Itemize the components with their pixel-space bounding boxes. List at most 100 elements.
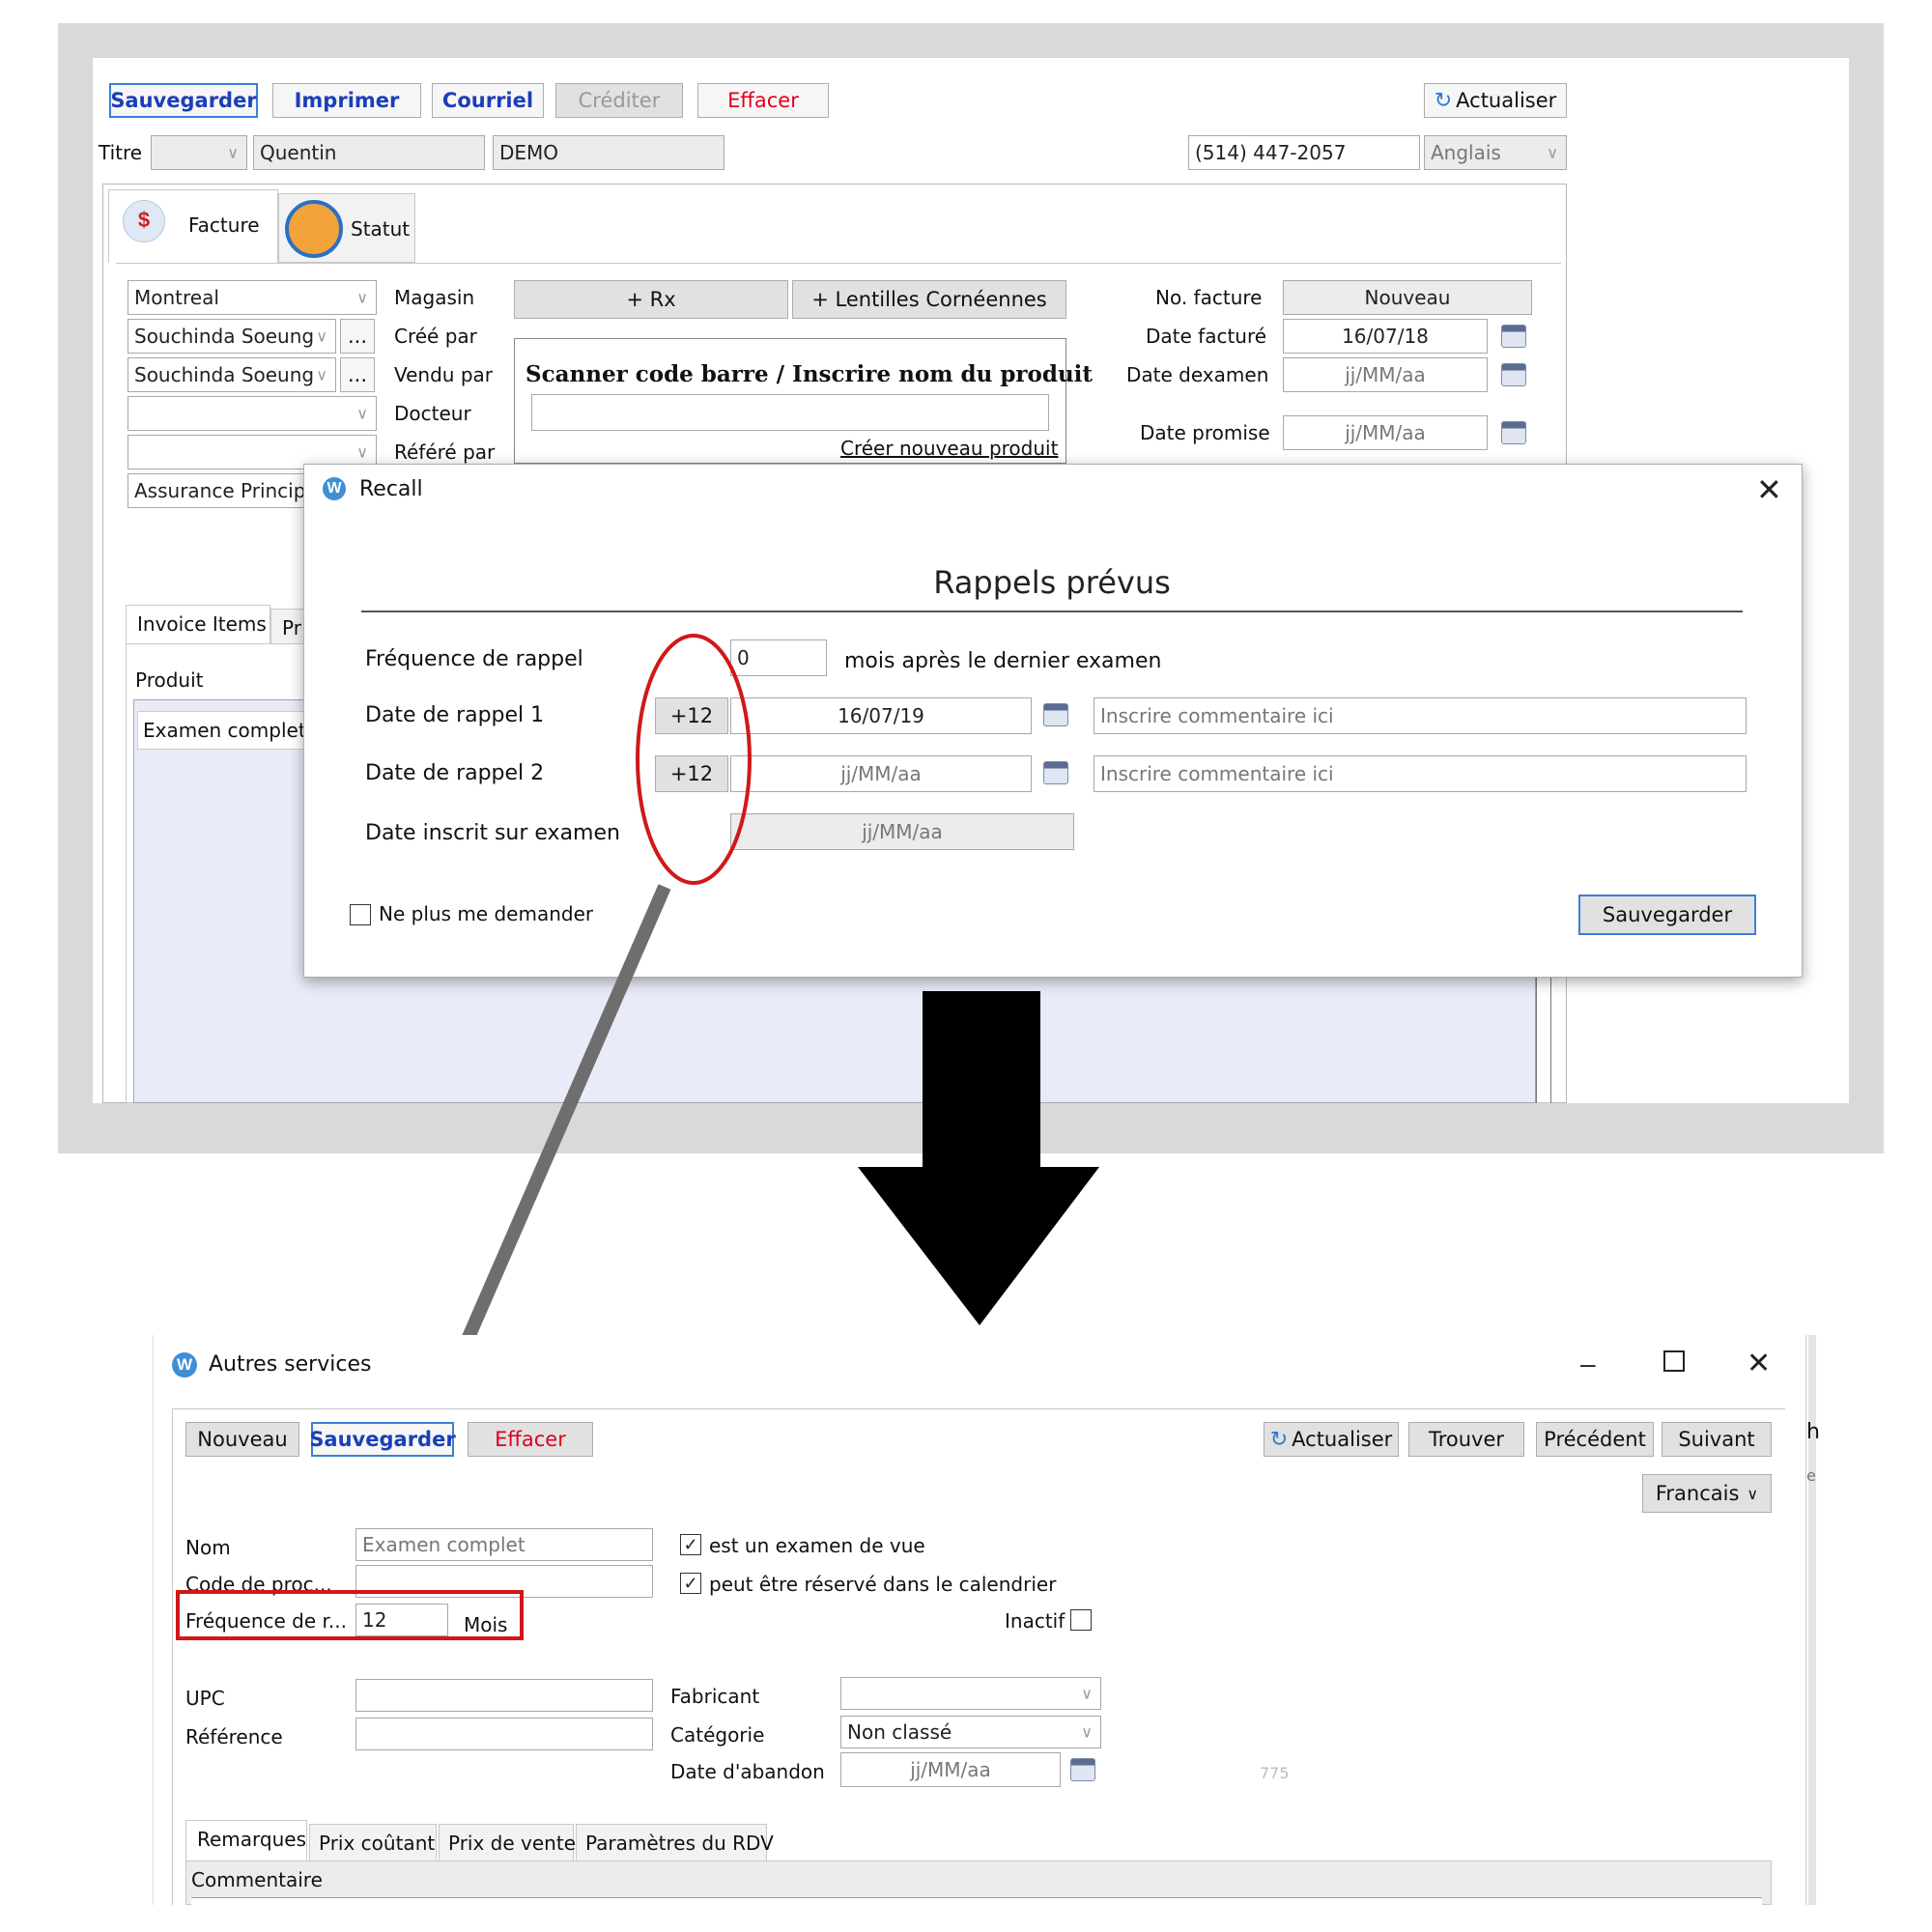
phone-field[interactable]: (514) 447-2057 (1188, 135, 1420, 170)
inactive-checkbox[interactable] (1070, 1609, 1092, 1631)
save-button[interactable]: Sauvegarder (309, 1422, 456, 1457)
language-select[interactable]: Francais ∨ (1642, 1474, 1772, 1513)
heading-divider (361, 611, 1743, 612)
erase-button[interactable]: Effacer (697, 83, 829, 118)
exam-date-recorded-field: jj/MM/aa (730, 813, 1074, 850)
recall1-date-field[interactable]: 16/07/19 (730, 697, 1032, 734)
doctor-select[interactable] (128, 396, 377, 431)
language-value: Francais (1655, 1482, 1740, 1505)
calendar-icon[interactable] (1501, 325, 1526, 348)
close-icon[interactable]: ✕ (1756, 471, 1782, 508)
minimize-icon[interactable]: – (1580, 1349, 1596, 1379)
find-button[interactable]: Trouver (1408, 1422, 1524, 1457)
recall1-label: Date de rappel 1 (365, 703, 545, 727)
new-button[interactable]: Nouveau (185, 1422, 299, 1457)
sold-by-label: Vendu par (394, 363, 494, 386)
referred-label: Référé par (394, 440, 496, 464)
maximize-icon[interactable] (1663, 1350, 1685, 1372)
category-select[interactable]: Non classé (840, 1716, 1101, 1748)
comment-field[interactable] (191, 1897, 1762, 1905)
scan-input[interactable] (531, 394, 1049, 431)
calendar-icon[interactable] (1070, 1758, 1095, 1781)
invoice-no-label: No. facture (1155, 286, 1263, 309)
frequency-field[interactable]: 12 (355, 1604, 448, 1636)
discontinue-date-field[interactable]: jj/MM/aa (840, 1752, 1061, 1787)
manufacturer-select[interactable] (840, 1677, 1101, 1710)
eye-exam-checkbox[interactable]: ✓ (680, 1534, 701, 1555)
dialog-title: Recall (359, 477, 423, 501)
calendar-icon[interactable] (1043, 703, 1068, 726)
exam-date-field[interactable]: jj/MM/aa (1283, 357, 1488, 392)
reference-label: Référence (185, 1725, 283, 1748)
scan-label: Scanner code barre / Inscrire nom du pro… (526, 361, 1094, 387)
calendar-icon[interactable] (1043, 761, 1068, 784)
product-column-header: Produit (135, 668, 204, 692)
tab-remarks-label: Remarques (197, 1828, 307, 1851)
refresh-label: Actualiser (1456, 89, 1557, 112)
store-select[interactable]: Montreal (128, 280, 377, 315)
chevron-down-icon: ∨ (1747, 1484, 1759, 1503)
exam-date-recorded-label: Date inscrit sur examen (365, 821, 620, 845)
first-name-field[interactable]: Quentin (253, 135, 485, 170)
created-by-label: Créé par (394, 325, 477, 348)
date-billed-label: Date facturé (1146, 325, 1267, 348)
recall2-add-12-button[interactable]: +12 (655, 755, 728, 792)
recall2-label: Date de rappel 2 (365, 761, 545, 785)
next-button[interactable]: Suivant (1662, 1422, 1772, 1457)
sold-by-select[interactable]: Souchinda Soeung (128, 357, 336, 392)
recall2-comment-field[interactable]: Inscrire commentaire ici (1094, 755, 1747, 792)
dialog-save-button[interactable]: Sauvegarder (1578, 895, 1756, 935)
recall1-add-12-button[interactable]: +12 (655, 697, 728, 734)
frequency-input[interactable]: 0 (730, 639, 827, 676)
edge-text: h (1806, 1420, 1820, 1444)
add-contacts-button[interactable]: + Lentilles Cornéennes (792, 280, 1066, 319)
created-by-select[interactable]: Souchinda Soeung (128, 319, 336, 354)
sold-by-more-button[interactable]: ... (340, 357, 375, 392)
credit-button[interactable]: Créditer (555, 83, 683, 118)
tab-invoice[interactable]: $ Facture (108, 189, 278, 263)
erase-button[interactable]: Effacer (468, 1422, 593, 1457)
scrollbar[interactable] (1536, 966, 1551, 1103)
doctor-label: Docteur (394, 402, 471, 425)
upc-label: UPC (185, 1687, 225, 1710)
edge-text: e (1806, 1466, 1816, 1485)
language-select[interactable]: Anglais (1424, 135, 1567, 170)
frequency-unit: Mois (464, 1613, 508, 1636)
app-logo-icon: W (323, 477, 346, 500)
new-product-link[interactable]: Créer nouveau produit (840, 437, 1058, 460)
name-label: Nom (185, 1536, 231, 1559)
comment-label: Commentaire (191, 1868, 323, 1891)
refresh-button[interactable]: ↻ Actualiser (1264, 1422, 1399, 1457)
promised-date-field[interactable]: jj/MM/aa (1283, 415, 1488, 450)
print-button[interactable]: Imprimer (272, 83, 421, 118)
promised-date-label: Date promise (1140, 421, 1270, 444)
refresh-button[interactable]: ↻ Actualiser (1424, 83, 1567, 118)
invoice-no-field: Nouveau (1283, 280, 1532, 315)
calendar-icon[interactable] (1501, 421, 1526, 444)
dont-ask-checkbox[interactable] (350, 904, 371, 925)
created-by-more-button[interactable]: ... (340, 319, 375, 354)
upc-field[interactable] (355, 1679, 653, 1712)
previous-button[interactable]: Précédent (1536, 1422, 1654, 1457)
close-icon[interactable]: ✕ (1747, 1347, 1771, 1380)
tab-invoice-items-label: Invoice Items (137, 612, 267, 636)
title-label: Titre (99, 141, 143, 164)
calendar-icon[interactable] (1501, 363, 1526, 386)
discontinue-label: Date d'abandon (670, 1760, 825, 1783)
name-field[interactable]: Examen complet (355, 1528, 653, 1561)
title-select[interactable] (151, 135, 247, 170)
frequency-label: Fréquence de rappel (365, 647, 583, 671)
recall2-date-field[interactable]: jj/MM/aa (730, 755, 1032, 792)
eye-exam-label: est un examen de vue (709, 1534, 925, 1557)
tab-status[interactable]: Statut (278, 193, 415, 263)
manufacturer-label: Fabricant (670, 1685, 760, 1708)
save-button[interactable]: Sauvegarder (109, 83, 258, 118)
frequency-label: Fréquence de r... (185, 1609, 347, 1633)
bookable-checkbox[interactable]: ✓ (680, 1573, 701, 1594)
add-rx-button[interactable]: + Rx (514, 280, 788, 319)
email-button[interactable]: Courriel (432, 83, 544, 118)
date-billed-field[interactable]: 16/07/18 (1283, 319, 1488, 354)
last-name-field[interactable]: DEMO (493, 135, 724, 170)
reference-field[interactable] (355, 1718, 653, 1750)
recall1-comment-field[interactable]: Inscrire commentaire ici (1094, 697, 1747, 734)
